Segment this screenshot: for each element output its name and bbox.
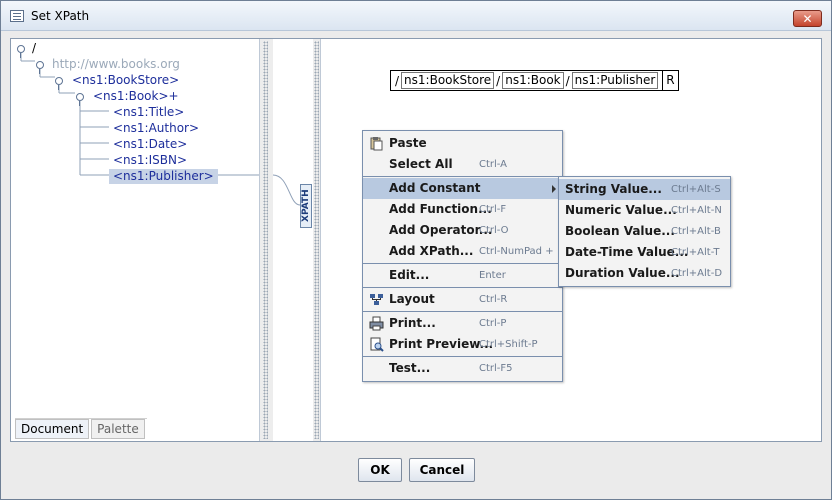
ok-button[interactable]: OK [358, 458, 402, 482]
menu-separator [363, 263, 562, 264]
menu-shortcut: Ctrl+Shift-P [479, 339, 538, 350]
xpath-separator: / [565, 73, 570, 88]
menu-item-print[interactable]: Print... Ctrl-P [363, 313, 562, 334]
dialog-title: Set XPath [31, 9, 90, 23]
menu-label: Print Preview... [389, 337, 494, 351]
menu-separator [363, 287, 562, 288]
menu-label: Add Function... [389, 202, 492, 216]
menu-separator [363, 176, 562, 177]
menu-shortcut: Ctrl-F5 [479, 363, 513, 374]
submenu-item-datetime-value[interactable]: Date-Time Value... Ctrl+Alt-T [559, 242, 730, 263]
menu-shortcut: Ctrl+Alt-D [671, 268, 723, 279]
xpath-segment-bookstore[interactable]: ns1:BookStore [401, 72, 495, 89]
menu-label: Add Operator... [389, 223, 493, 237]
print-icon [369, 316, 384, 331]
menu-separator [363, 311, 562, 312]
submenu-arrow-icon [552, 185, 556, 193]
close-button[interactable]: ✕ [793, 10, 822, 27]
tree-isbn[interactable]: <ns1:ISBN> [113, 153, 187, 168]
tree-publisher[interactable]: <ns1:Publisher> [109, 169, 218, 184]
tree-bookstore[interactable]: <ns1:BookStore> [72, 73, 179, 88]
menu-shortcut: Ctrl-A [479, 159, 508, 170]
tree-root[interactable]: / [32, 41, 36, 56]
menu-shortcut: Ctrl-R [479, 294, 508, 305]
paste-icon [370, 137, 383, 151]
menu-label: Layout [389, 292, 435, 306]
constant-submenu: String Value... Ctrl+Alt-S Numeric Value… [558, 176, 731, 287]
schema-tree: / http://www.books.org <ns1:BookStore> <… [11, 39, 259, 409]
menu-item-add-constant[interactable]: Add Constant [363, 178, 562, 199]
menu-label: Add XPath... [389, 244, 474, 258]
canvas-splitter[interactable] [313, 39, 321, 441]
menu-item-select-all[interactable]: Select All Ctrl-A [363, 154, 562, 175]
context-menu: Paste Select All Ctrl-A Add Constant Add… [362, 130, 563, 382]
tab-palette[interactable]: Palette [91, 419, 145, 439]
menu-item-paste[interactable]: Paste [363, 133, 562, 154]
xpath-separator: / [395, 73, 400, 88]
tree-namespace[interactable]: http://www.books.org [52, 57, 180, 72]
menu-item-add-xpath[interactable]: Add XPath... Ctrl-NumPad + [363, 241, 562, 262]
menu-item-add-operator[interactable]: Add Operator... Ctrl-O [363, 220, 562, 241]
menu-shortcut: Ctrl-P [479, 318, 507, 329]
menu-label: Paste [389, 136, 427, 150]
menu-label: String Value... [565, 182, 662, 196]
menu-label: Duration Value... [565, 266, 680, 280]
submenu-item-boolean-value[interactable]: Boolean Value... Ctrl+Alt-B [559, 221, 730, 242]
submenu-item-string-value[interactable]: String Value... Ctrl+Alt-S [559, 179, 730, 200]
menu-shortcut: Enter [479, 270, 506, 281]
dialog-icon [10, 10, 24, 22]
xpath-segment-book[interactable]: ns1:Book [502, 72, 564, 89]
xpath-separator: / [496, 73, 501, 88]
document-panel: / http://www.books.org <ns1:BookStore> <… [11, 39, 259, 441]
xpath-expression[interactable]: / ns1:BookStore / ns1:Book / ns1:Publish… [390, 70, 679, 91]
menu-label: Test... [389, 361, 431, 375]
tab-document[interactable]: Document [15, 419, 90, 439]
print-preview-icon [370, 337, 384, 352]
menu-item-edit[interactable]: Edit... Enter [363, 265, 562, 286]
menu-shortcut: Ctrl+Alt-S [671, 184, 721, 195]
menu-item-layout[interactable]: Layout Ctrl-R [363, 289, 562, 310]
panel-splitter[interactable] [259, 39, 274, 441]
tree-node-icon[interactable] [17, 45, 25, 58]
menu-shortcut: Ctrl+Alt-N [671, 205, 722, 216]
panel-tabs: Document Palette [15, 418, 147, 439]
submenu-item-duration-value[interactable]: Duration Value... Ctrl+Alt-D [559, 263, 730, 284]
mapping-area: XPATH [273, 39, 313, 441]
tree-node-icon[interactable] [76, 93, 84, 106]
tree-author[interactable]: <ns1:Author> [113, 121, 199, 136]
xpath-tab[interactable]: XPATH [300, 184, 312, 228]
title-bar: Set XPath ✕ [1, 1, 831, 31]
menu-label: Boolean Value... [565, 224, 675, 238]
menu-label: Add Constant [389, 181, 481, 195]
tree-node-icon[interactable] [55, 77, 63, 90]
layout-icon [370, 294, 383, 305]
menu-shortcut: Ctrl+Alt-T [671, 247, 720, 258]
menu-label: Print... [389, 316, 436, 330]
menu-shortcut: Ctrl+Alt-B [671, 226, 721, 237]
menu-item-print-preview[interactable]: Print Preview... Ctrl+Shift-P [363, 334, 562, 355]
menu-label: Date-Time Value... [565, 245, 689, 259]
tree-title[interactable]: <ns1:Title> [113, 105, 184, 120]
tree-node-icon[interactable] [36, 61, 44, 74]
menu-item-add-function[interactable]: Add Function... Ctrl-F [363, 199, 562, 220]
tree-book[interactable]: <ns1:Book>+ [93, 89, 179, 104]
menu-label: Numeric Value... [565, 203, 677, 217]
menu-item-test[interactable]: Test... Ctrl-F5 [363, 358, 562, 379]
menu-separator [363, 356, 562, 357]
menu-shortcut: Ctrl-F [479, 204, 507, 215]
menu-label: Edit... [389, 268, 430, 282]
cancel-button[interactable]: Cancel [409, 458, 475, 482]
menu-label: Select All [389, 157, 453, 171]
xpath-segment-publisher[interactable]: ns1:Publisher [571, 72, 659, 89]
tree-date[interactable]: <ns1:Date> [113, 137, 187, 152]
mapping-connector [273, 174, 301, 206]
submenu-item-numeric-value[interactable]: Numeric Value... Ctrl+Alt-N [559, 200, 730, 221]
menu-shortcut: Ctrl-O [479, 225, 509, 236]
set-xpath-dialog: Set XPath ✕ / http://www.books.org <ns1:… [0, 0, 832, 500]
xpath-end-box[interactable]: R [662, 71, 677, 90]
menu-shortcut: Ctrl-NumPad + [479, 246, 554, 257]
